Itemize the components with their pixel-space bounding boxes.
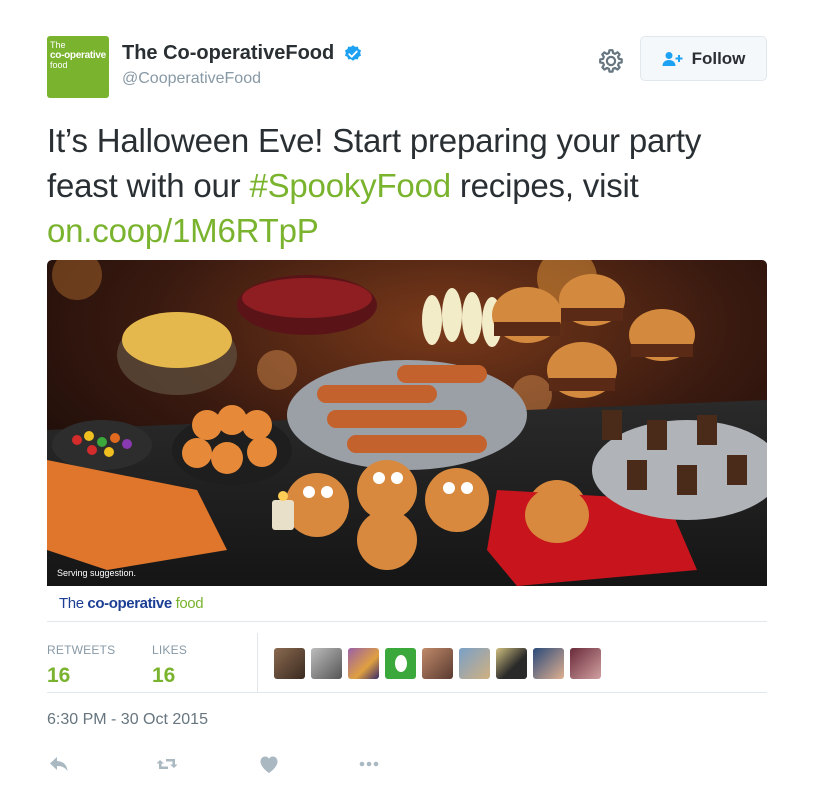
- display-name[interactable]: The Co-operativeFood: [122, 42, 334, 65]
- tweet-photo[interactable]: Serving suggestion.: [47, 260, 767, 586]
- halloween-food-photo: Serving suggestion.: [47, 260, 767, 586]
- brand-text-part2: co-operative: [87, 595, 172, 612]
- follow-button[interactable]: Follow: [640, 36, 767, 81]
- photo-caption: Serving suggestion.: [57, 568, 136, 578]
- egg-shape: [394, 655, 407, 672]
- brand-text-part3: food: [171, 595, 204, 612]
- likes-stat[interactable]: LIKES 16: [152, 643, 187, 688]
- reply-icon[interactable]: [47, 752, 71, 776]
- tweet-text-part2: recipes, visit: [450, 167, 639, 204]
- liker-avatars: [274, 648, 601, 679]
- retweet-icon[interactable]: [155, 752, 179, 776]
- brand-text-part1: The: [59, 595, 88, 612]
- like-icon[interactable]: [257, 752, 281, 776]
- tweet-text: It’s Halloween Eve! Start preparing your…: [47, 118, 777, 253]
- follow-label: Follow: [691, 48, 746, 68]
- liker-avatar[interactable]: [311, 648, 342, 679]
- liker-avatar[interactable]: [496, 648, 527, 679]
- likes-label: LIKES: [152, 643, 188, 657]
- liker-avatar[interactable]: [422, 648, 453, 679]
- tweet-stats: RETWEETS 16 LIKES 16: [47, 633, 767, 693]
- retweets-label: RETWEETS: [47, 643, 116, 657]
- avatar-text-line1: The: [50, 40, 66, 50]
- liker-avatar[interactable]: [570, 648, 601, 679]
- url-link[interactable]: on.coop/1M6RTpP: [47, 212, 319, 249]
- liker-avatar[interactable]: [274, 648, 305, 679]
- liker-avatar[interactable]: [533, 648, 564, 679]
- avatar[interactable]: The co-operative food: [47, 36, 109, 98]
- liker-avatar[interactable]: [385, 648, 416, 679]
- verified-badge-icon: [344, 44, 361, 61]
- hashtag-link[interactable]: #SpookyFood: [249, 167, 451, 204]
- brand-strip: The co-operative food: [47, 586, 767, 622]
- likes-count: 16: [152, 664, 176, 687]
- retweets-stat[interactable]: RETWEETS 16: [47, 643, 115, 688]
- liker-avatar[interactable]: [348, 648, 379, 679]
- retweets-count: 16: [47, 664, 71, 687]
- gear-icon[interactable]: [598, 48, 624, 74]
- tweet-timestamp[interactable]: 6:30 PM - 30 Oct 2015: [47, 711, 208, 729]
- more-icon[interactable]: [357, 752, 381, 776]
- stats-divider: [257, 633, 258, 692]
- add-user-icon: [662, 51, 683, 66]
- brand-logo-text: The co-operative food: [59, 595, 204, 612]
- tweet-header: The co-operative food The Co-operativeFo…: [47, 36, 767, 98]
- account-names[interactable]: The Co-operativeFood @CooperativeFood: [122, 42, 363, 88]
- liker-avatar[interactable]: [459, 648, 490, 679]
- handle[interactable]: @CooperativeFood: [122, 70, 363, 88]
- avatar-text-line3: food: [50, 60, 68, 70]
